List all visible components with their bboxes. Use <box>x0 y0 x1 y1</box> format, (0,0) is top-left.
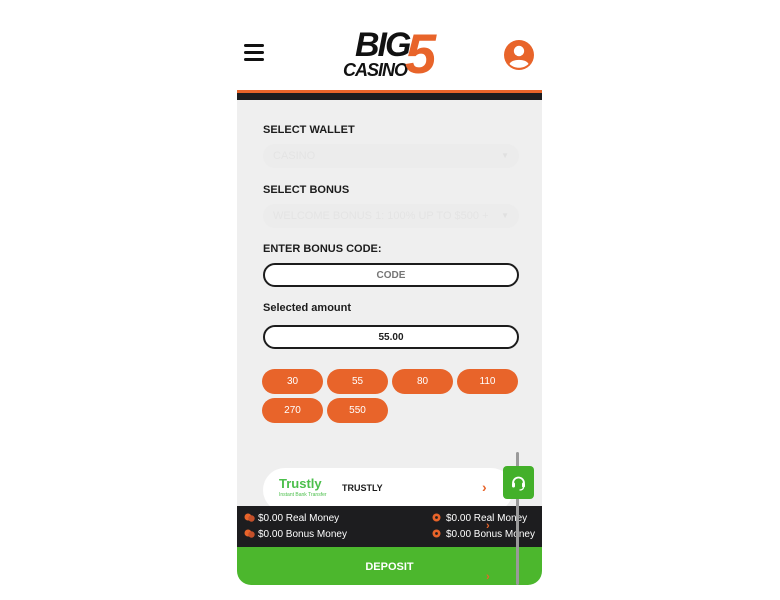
logo-five-text: 5 <box>405 22 437 85</box>
bonus-select-value: WELCOME BONUS 1: 100% UP TO $500 + <box>273 210 489 222</box>
headset-icon <box>512 476 525 491</box>
user-profile-icon[interactable] <box>504 40 534 70</box>
wallet-select-value: CASINO <box>273 150 316 162</box>
selected-amount-label: Selected amount <box>263 302 352 314</box>
mobile-screen: BIG CASINO 5 SELECT WALLET CASINO ▼ SELE… <box>237 14 542 585</box>
deposit-form: SELECT WALLET CASINO ▼ SELECT BONUS WELC… <box>237 100 542 520</box>
header-divider <box>237 90 542 100</box>
right-real-balance: $0.00 Real Money <box>432 513 527 524</box>
left-real-text: $0.00 Real Money <box>258 513 340 524</box>
coins-icon <box>244 513 255 522</box>
amount-option-30[interactable]: 30 <box>262 369 323 394</box>
left-real-balance: $0.00 Real Money <box>244 513 339 524</box>
amount-option-550[interactable]: 550 <box>327 398 388 423</box>
bonus-select[interactable]: WELCOME BONUS 1: 100% UP TO $500 + ▼ <box>263 204 519 228</box>
wallet-label: SELECT WALLET <box>263 124 355 136</box>
wallet-select[interactable]: CASINO ▼ <box>263 144 519 168</box>
amount-option-55[interactable]: 55 <box>327 369 388 394</box>
hamburger-menu-icon[interactable] <box>244 44 264 62</box>
bonus-label: SELECT BONUS <box>263 184 350 196</box>
deposit-button[interactable]: DEPOSIT <box>237 547 542 585</box>
soccer-ball-icon <box>432 513 441 522</box>
logo-casino-text: CASINO <box>343 60 408 80</box>
chevron-down-icon: ▼ <box>501 151 509 160</box>
soccer-ball-icon <box>432 529 441 538</box>
amount-option-110[interactable]: 110 <box>457 369 518 394</box>
right-bonus-balance: $0.00 Bonus Money <box>432 529 535 540</box>
support-chat-button[interactable] <box>503 466 534 499</box>
chevron-right-icon: › <box>486 571 490 583</box>
bonus-code-input[interactable] <box>263 263 519 287</box>
chevron-right-icon: › <box>482 479 487 495</box>
trustly-logo: Trustly Instant Bank Transfer <box>279 477 335 499</box>
amount-option-80[interactable]: 80 <box>392 369 453 394</box>
coins-icon <box>244 529 255 538</box>
balance-bar: $0.00 Real Money $0.00 Bonus Money $0.00… <box>237 506 542 547</box>
trustly-logo-subtext: Instant Bank Transfer <box>279 492 327 498</box>
big5-casino-logo[interactable]: BIG CASINO 5 <box>341 26 451 84</box>
chevron-down-icon: ▼ <box>501 211 509 220</box>
chevron-right-icon: › <box>486 520 490 532</box>
logo-big-text: BIG <box>355 26 411 64</box>
left-bonus-balance: $0.00 Bonus Money <box>244 529 347 540</box>
payment-method-name: TRUSTLY <box>342 483 383 493</box>
left-bonus-text: $0.00 Bonus Money <box>258 529 347 540</box>
site-header: BIG CASINO 5 <box>237 14 542 90</box>
bonus-code-label: ENTER BONUS CODE: <box>263 243 382 255</box>
amount-option-270[interactable]: 270 <box>262 398 323 423</box>
amount-input[interactable] <box>263 325 519 349</box>
trustly-logo-text: Trustly <box>279 476 322 491</box>
right-bonus-text: $0.00 Bonus Money <box>446 529 535 540</box>
